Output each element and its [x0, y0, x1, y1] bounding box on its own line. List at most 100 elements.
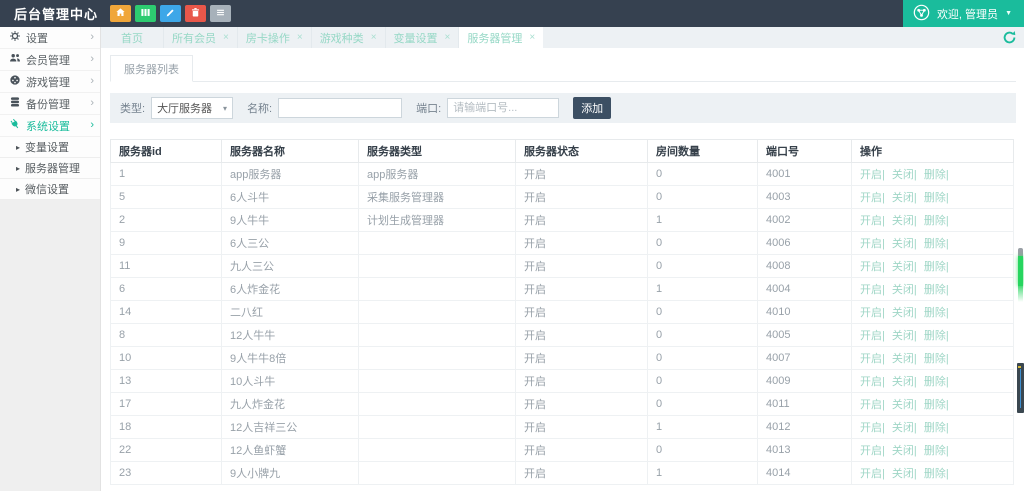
- close-server-link[interactable]: 关闭|: [892, 376, 917, 388]
- close-server-link[interactable]: 关闭|: [892, 215, 917, 227]
- close-server-link[interactable]: 关闭|: [892, 238, 917, 250]
- open-server-link[interactable]: 开启|: [860, 169, 885, 181]
- delete-server-link[interactable]: 删除|: [924, 192, 949, 204]
- server-list-panel-tab[interactable]: 服务器列表: [110, 55, 193, 82]
- tab-home[interactable]: 首页: [101, 27, 164, 48]
- cell-server-name: 10人斗牛: [222, 370, 359, 393]
- cell-server-name: 6人斗牛: [222, 186, 359, 209]
- list-button[interactable]: [210, 5, 231, 22]
- cell-room-count: 0: [648, 255, 758, 278]
- delete-server-link[interactable]: 删除|: [924, 445, 949, 457]
- delete-server-link[interactable]: 删除|: [924, 238, 949, 250]
- sidebar-item-settings[interactable]: 设置 ›: [0, 27, 100, 49]
- sidebar-subitem-wechat-settings[interactable]: ▸ 微信设置: [0, 179, 100, 200]
- server-name-input[interactable]: [278, 98, 402, 118]
- open-server-link[interactable]: 开启|: [860, 422, 885, 434]
- delete-server-link[interactable]: 删除|: [924, 422, 949, 434]
- sidebar-subitem-server-management[interactable]: ▸ 服务器管理: [0, 158, 100, 179]
- cell-server-status: 开启: [516, 209, 648, 232]
- delete-server-link[interactable]: 删除|: [924, 215, 949, 227]
- tab-variable-settings[interactable]: 变量设置 ×: [386, 27, 460, 48]
- delete-server-link[interactable]: 删除|: [924, 284, 949, 296]
- sidebar-item-system-settings[interactable]: 系统设置 ›: [0, 115, 100, 137]
- col-room-count: 房间数量: [648, 140, 758, 163]
- open-server-link[interactable]: 开启|: [860, 376, 885, 388]
- server-type-select[interactable]: 大厅服务器: [151, 97, 233, 119]
- edit-button[interactable]: [160, 5, 181, 22]
- close-server-link[interactable]: 关闭|: [892, 422, 917, 434]
- delete-server-link[interactable]: 删除|: [924, 399, 949, 411]
- cell-port: 4008: [758, 255, 852, 278]
- grid-button[interactable]: [135, 5, 156, 22]
- close-server-link[interactable]: 关闭|: [892, 169, 917, 181]
- refresh-button[interactable]: [1002, 30, 1017, 45]
- open-server-link[interactable]: 开启|: [860, 215, 885, 227]
- cell-room-count: 0: [648, 301, 758, 324]
- cell-server-name: 九人三公: [222, 255, 359, 278]
- table-row: 5 6人斗牛 采集服务管理器 开启 0 4003 开启| 关闭| 删除|: [111, 186, 1014, 209]
- cell-room-count: 0: [648, 347, 758, 370]
- cell-server-name: 9人牛牛8倍: [222, 347, 359, 370]
- tab-close-icon[interactable]: ×: [297, 33, 303, 43]
- open-server-link[interactable]: 开启|: [860, 445, 885, 457]
- sidebar-item-label: 系统设置: [26, 118, 85, 134]
- sidebar-item-games[interactable]: 游戏管理 ›: [0, 71, 100, 93]
- open-server-link[interactable]: 开启|: [860, 238, 885, 250]
- delete-server-link[interactable]: 删除|: [924, 468, 949, 480]
- open-server-link[interactable]: 开启|: [860, 399, 885, 411]
- sidebar-subitem-variable-settings[interactable]: ▸ 变量设置: [0, 137, 100, 158]
- tab-server-management[interactable]: 服务器管理 ×: [459, 27, 543, 48]
- close-server-link[interactable]: 关闭|: [892, 468, 917, 480]
- home-button[interactable]: [110, 5, 131, 22]
- sidebar-item-members[interactable]: 会员管理 ›: [0, 49, 100, 71]
- open-server-link[interactable]: 开启|: [860, 192, 885, 204]
- open-server-link[interactable]: 开启|: [860, 284, 885, 296]
- close-server-link[interactable]: 关闭|: [892, 284, 917, 296]
- open-server-link[interactable]: 开启|: [860, 330, 885, 342]
- server-table-body: 1 app服务器 app服务器 开启 0 4001 开启| 关闭| 删除| 5 …: [111, 163, 1014, 485]
- open-server-link[interactable]: 开启|: [860, 353, 885, 365]
- add-server-button[interactable]: 添加: [573, 97, 611, 119]
- welcome-text: 欢迎, 管理员: [937, 6, 998, 22]
- delete-server-link[interactable]: 删除|: [924, 169, 949, 181]
- tab-close-icon[interactable]: ×: [445, 33, 451, 43]
- cell-server-type: app服务器: [359, 163, 516, 186]
- open-server-link[interactable]: 开启|: [860, 307, 885, 319]
- cell-actions: 开启| 关闭| 删除|: [852, 393, 1014, 416]
- delete-server-link[interactable]: 删除|: [924, 330, 949, 342]
- delete-server-link[interactable]: 删除|: [924, 353, 949, 365]
- tab-label: 游戏种类: [320, 30, 364, 46]
- delete-server-link[interactable]: 删除|: [924, 376, 949, 388]
- tab-close-icon[interactable]: ×: [223, 33, 229, 43]
- close-server-link[interactable]: 关闭|: [892, 445, 917, 457]
- cell-room-count: 1: [648, 416, 758, 439]
- green-scroll-indicator[interactable]: [1018, 248, 1023, 302]
- tab-close-icon[interactable]: ×: [371, 33, 377, 43]
- cell-port: 4009: [758, 370, 852, 393]
- tab-all-members[interactable]: 所有会员 ×: [164, 27, 238, 48]
- tab-close-icon[interactable]: ×: [529, 33, 535, 43]
- server-port-input[interactable]: [447, 98, 559, 118]
- cell-server-name: 6人炸金花: [222, 278, 359, 301]
- close-server-link[interactable]: 关闭|: [892, 399, 917, 411]
- open-server-link[interactable]: 开启|: [860, 468, 885, 480]
- open-server-link[interactable]: 开启|: [860, 261, 885, 273]
- cell-port: 4002: [758, 209, 852, 232]
- tab-room-card-ops[interactable]: 房卡操作 ×: [238, 27, 312, 48]
- close-server-link[interactable]: 关闭|: [892, 330, 917, 342]
- minimap-scroll-thumb[interactable]: [1017, 363, 1024, 413]
- close-server-link[interactable]: 关闭|: [892, 261, 917, 273]
- close-server-link[interactable]: 关闭|: [892, 307, 917, 319]
- cell-server-status: 开启: [516, 278, 648, 301]
- delete-server-link[interactable]: 删除|: [924, 307, 949, 319]
- cell-server-type: [359, 301, 516, 324]
- close-server-link[interactable]: 关闭|: [892, 353, 917, 365]
- cell-actions: 开启| 关闭| 删除|: [852, 209, 1014, 232]
- sidebar-item-backup[interactable]: 备份管理 ›: [0, 93, 100, 115]
- delete-button[interactable]: [185, 5, 206, 22]
- tab-game-types[interactable]: 游戏种类 ×: [312, 27, 386, 48]
- close-server-link[interactable]: 关闭|: [892, 192, 917, 204]
- delete-server-link[interactable]: 删除|: [924, 261, 949, 273]
- user-menu[interactable]: 欢迎, 管理员 ▼: [903, 0, 1024, 27]
- cell-server-name: 12人鱼虾蟹: [222, 439, 359, 462]
